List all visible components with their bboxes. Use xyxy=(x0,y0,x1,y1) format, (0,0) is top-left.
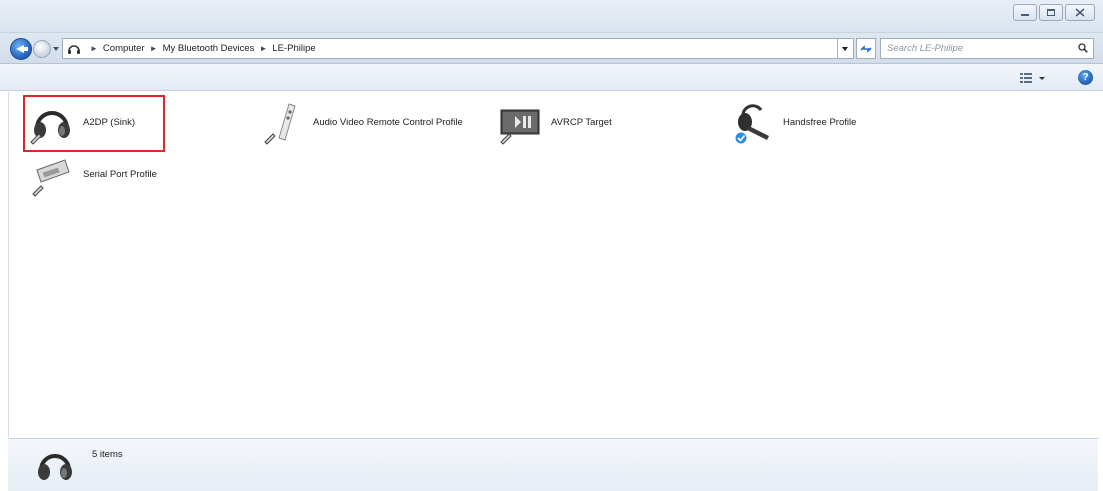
change-view-button[interactable] xyxy=(1018,70,1048,86)
headphones-icon xyxy=(29,100,75,146)
forward-button[interactable] xyxy=(33,40,51,58)
address-bar[interactable]: ► Computer ► My Bluetooth Devices ► LE-P… xyxy=(62,38,838,59)
close-button[interactable] xyxy=(1065,4,1095,21)
breadcrumb-arrow-icon[interactable]: ► xyxy=(150,44,158,53)
headphones-icon xyxy=(34,444,76,486)
breadcrumb-arrow-icon[interactable]: ► xyxy=(90,44,98,53)
recent-pages-dropdown[interactable] xyxy=(53,47,59,51)
details-pane: 5 items xyxy=(8,438,1098,491)
file-list: A2DP (Sink) Audio Video Remote Control P… xyxy=(8,92,1098,437)
search-placeholder: Search LE-Philipe xyxy=(887,43,964,54)
list-item-avrcp-profile[interactable]: Audio Video Remote Control Profile xyxy=(259,100,463,146)
minimize-icon xyxy=(1021,14,1029,16)
title-bar xyxy=(0,0,1103,33)
refresh-button[interactable] xyxy=(856,38,876,59)
help-icon: ? xyxy=(1082,72,1089,83)
caption-buttons xyxy=(1013,4,1095,21)
search-input[interactable]: Search LE-Philipe xyxy=(880,38,1094,59)
serial-port-icon xyxy=(29,152,75,198)
help-button[interactable]: ? xyxy=(1078,70,1093,85)
close-icon xyxy=(1066,5,1094,20)
media-player-icon xyxy=(497,100,543,146)
headset-icon xyxy=(729,100,775,146)
maximize-icon xyxy=(1047,9,1055,16)
address-dropdown-button[interactable] xyxy=(838,38,854,59)
views-icon xyxy=(1020,73,1045,83)
navigation-bar: ► Computer ► My Bluetooth Devices ► LE-P… xyxy=(0,33,1103,64)
breadcrumb-my-bluetooth-devices[interactable]: My Bluetooth Devices xyxy=(163,43,255,54)
breadcrumb-computer[interactable]: Computer xyxy=(103,43,145,54)
item-count: 5 items xyxy=(92,449,123,460)
maximize-button[interactable] xyxy=(1039,4,1063,21)
command-bar: ? xyxy=(0,64,1103,91)
explorer-window: ► Computer ► My Bluetooth Devices ► LE-P… xyxy=(0,0,1103,491)
breadcrumb-arrow-icon[interactable]: ► xyxy=(259,44,267,53)
item-label: A2DP (Sink) xyxy=(83,117,136,128)
item-label: Audio Video Remote Control Profile xyxy=(313,117,463,128)
refresh-icon xyxy=(860,44,872,53)
list-item-handsfree[interactable]: Handsfree Profile xyxy=(729,100,856,146)
search-icon[interactable] xyxy=(1078,43,1088,53)
minimize-button[interactable] xyxy=(1013,4,1037,21)
remote-control-icon xyxy=(259,100,305,146)
item-label: Serial Port Profile xyxy=(83,169,157,180)
bluetooth-headphones-icon xyxy=(67,42,81,55)
item-label: AVRCP Target xyxy=(551,117,612,128)
item-label: Handsfree Profile xyxy=(783,117,857,128)
breadcrumb-le-philipe[interactable]: LE-Philipe xyxy=(272,43,315,54)
back-button[interactable] xyxy=(10,38,32,60)
list-item-a2dp-sink[interactable]: A2DP (Sink) xyxy=(29,100,135,146)
list-item-avrcp-target[interactable]: AVRCP Target xyxy=(497,100,612,146)
list-item-serial-port[interactable]: Serial Port Profile xyxy=(29,152,157,198)
